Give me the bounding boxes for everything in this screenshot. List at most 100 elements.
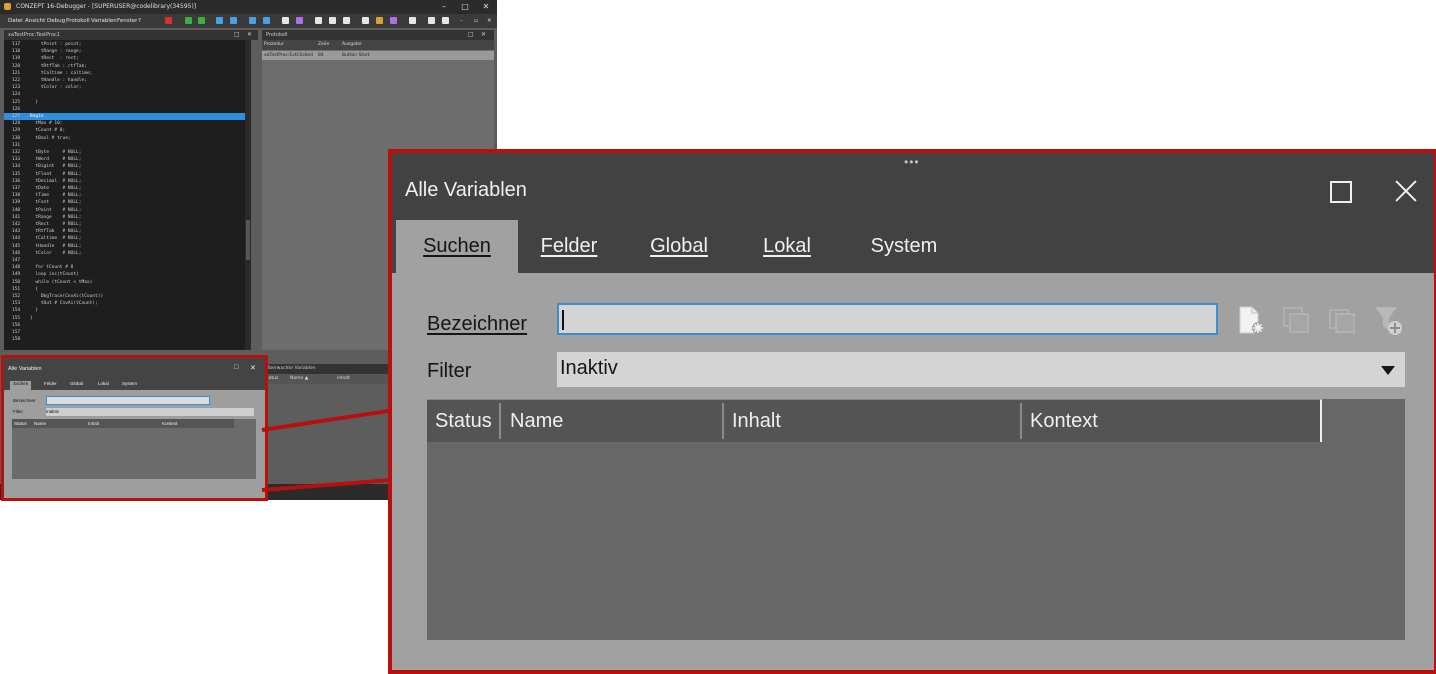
mini-col-name[interactable]: Name [34,419,46,428]
bezeichner-input[interactable] [557,303,1218,335]
code-line[interactable]: tFont # NULL; [30,199,81,206]
mini-filter-select[interactable]: Inaktiv [46,408,254,416]
folder-icon[interactable] [376,17,383,24]
close-icon[interactable] [1394,179,1418,203]
code-line[interactable]: } [30,99,38,106]
protokoll-close-icon[interactable]: ✕ [481,30,486,40]
mini-tab-suchen[interactable]: Suchen [10,381,32,390]
code-line[interactable]: tCaltime # NULL; [30,235,81,242]
code-line[interactable]: tPoint : point; [30,41,82,48]
code-line[interactable]: tFloat # NULL; [30,171,81,178]
code-line[interactable]: tBool # true; [30,135,70,142]
col-separator[interactable] [1020,403,1022,439]
chevron-down-icon[interactable] [1381,366,1395,375]
add-watch-icon[interactable] [1234,304,1266,336]
mini-tab-felder[interactable]: Felder [44,381,57,386]
code-line[interactable]: tRtfTab # NULL; [30,228,81,235]
code-line[interactable]: tPoint # NULL; [30,207,81,214]
code-line[interactable]: tByte # NULL; [30,149,81,156]
col-name[interactable]: Name [510,400,563,442]
bookmark-icon[interactable] [296,17,303,24]
code-line[interactable]: DbgTrace(CnvAi(tCount)) [30,293,103,300]
watched-col-inhalt[interactable]: Inhalt [337,374,350,384]
code-line[interactable]: tRange : range; [30,48,82,55]
mdi-minimize-icon[interactable]: – [460,14,463,28]
mini-bezeichner-input[interactable] [46,396,210,405]
step-over-icon[interactable] [230,17,237,24]
mdi-restore-icon[interactable]: ▫ [474,14,478,28]
editor-scrollbar[interactable] [245,40,251,350]
maximize-icon[interactable]: □ [458,0,472,14]
protokoll-row[interactable]: xaTestProc:EvtClicked 84 Button Start [262,51,494,60]
col-separator[interactable] [722,403,724,439]
code-line[interactable]: tDecimal # NULL; [30,178,81,185]
code-line[interactable]: tRect : rect; [30,55,79,62]
editor-max-icon[interactable]: □ [234,30,240,40]
info-icon[interactable] [442,17,449,24]
col-zeile[interactable]: Zeile [318,40,329,50]
code-line[interactable]: tRange # NULL; [30,214,81,221]
col-ausgabe[interactable]: Ausgabe [342,40,362,50]
code-line[interactable]: tHandle # NULL; [30,243,81,250]
code-line[interactable]: tTime # NULL; [30,192,81,199]
code-line[interactable]: tRtfTab : rtfTab; [30,63,87,70]
tab-lokal[interactable]: Lokal [750,220,824,273]
code-line[interactable]: while (tCount < tMax) [30,279,92,286]
menu-help[interactable]: ? [138,14,141,28]
minimize-icon[interactable]: – [437,0,451,14]
code-line[interactable]: tCount # 0; [30,127,65,134]
mini-tab-global[interactable]: Global [70,381,83,386]
code-line[interactable]: for tCount # 0 [30,264,73,271]
code-line[interactable]: tCaltime : caltime; [30,70,92,77]
page-icon[interactable] [282,17,289,24]
col-prozedur[interactable]: Prozedur [264,40,284,50]
maximize-icon[interactable] [1330,181,1352,203]
menu-variablen[interactable]: Variablen [91,14,117,28]
filter-select[interactable]: Inaktiv [557,352,1405,387]
menu-ansicht[interactable]: Ansicht [25,14,45,28]
clear-icon[interactable] [343,17,350,24]
code-line[interactable]: tMax # 10; [30,120,62,127]
mini-tab-lokal[interactable]: Lokal [98,381,109,386]
mdi-close-icon[interactable]: ✕ [487,14,492,28]
step-into-icon[interactable] [216,17,223,24]
menu-datei[interactable]: Datei [8,14,23,28]
stop-icon[interactable] [165,17,172,24]
code-line[interactable]: } [30,307,38,314]
code-line[interactable]: } [30,315,33,322]
col-inhalt[interactable]: Inhalt [732,400,781,442]
code-line[interactable]: tColor : color; [30,84,82,91]
menu-debug[interactable]: Debug [47,14,65,28]
copy-disabled-icon[interactable] [1326,304,1358,336]
tab-felder[interactable]: Felder [526,220,612,273]
mini-col-kontext[interactable]: Kontext [162,419,177,428]
code-editor[interactable]: 117 tPoint : point; 118 tRange : range; 11… [4,40,251,350]
doc-icon[interactable] [362,17,369,24]
copy-icon[interactable] [1280,304,1312,336]
scroll-thumb[interactable] [246,220,250,260]
run-to-cursor-icon[interactable] [263,17,270,24]
filter-add-icon[interactable] [1372,304,1404,336]
mini-max-icon[interactable]: □ [234,364,238,371]
run-icon[interactable] [185,17,192,24]
mini-tab-system[interactable]: System [122,381,137,386]
col-status[interactable]: Status [435,400,492,442]
protokoll-max-icon[interactable]: □ [468,30,474,40]
mini-close-icon[interactable]: ✕ [250,364,256,372]
code-line[interactable]: loop inc(tCount) [30,271,78,278]
code-line[interactable]: tBigint # NULL; [30,163,81,170]
mini-col-inhalt[interactable]: Inhalt [88,419,99,428]
step-icon[interactable] [198,17,205,24]
breakpoint-icon[interactable] [329,17,336,24]
watch-icon[interactable] [315,17,322,24]
tab-global[interactable]: Global [636,220,722,273]
tab-system[interactable]: System [858,220,950,273]
code-line[interactable]: Begin [30,113,44,120]
step-out-icon[interactable] [249,17,256,24]
mini-col-status[interactable]: Status [14,419,27,428]
close-icon[interactable]: ✕ [479,0,493,14]
editor-close-icon[interactable]: ✕ [247,30,252,40]
code-line[interactable]: tRect # NULL; [30,221,81,228]
code-line[interactable]: tOut # CnvAi(tCount); [30,300,98,307]
code-line[interactable]: { [30,286,38,293]
